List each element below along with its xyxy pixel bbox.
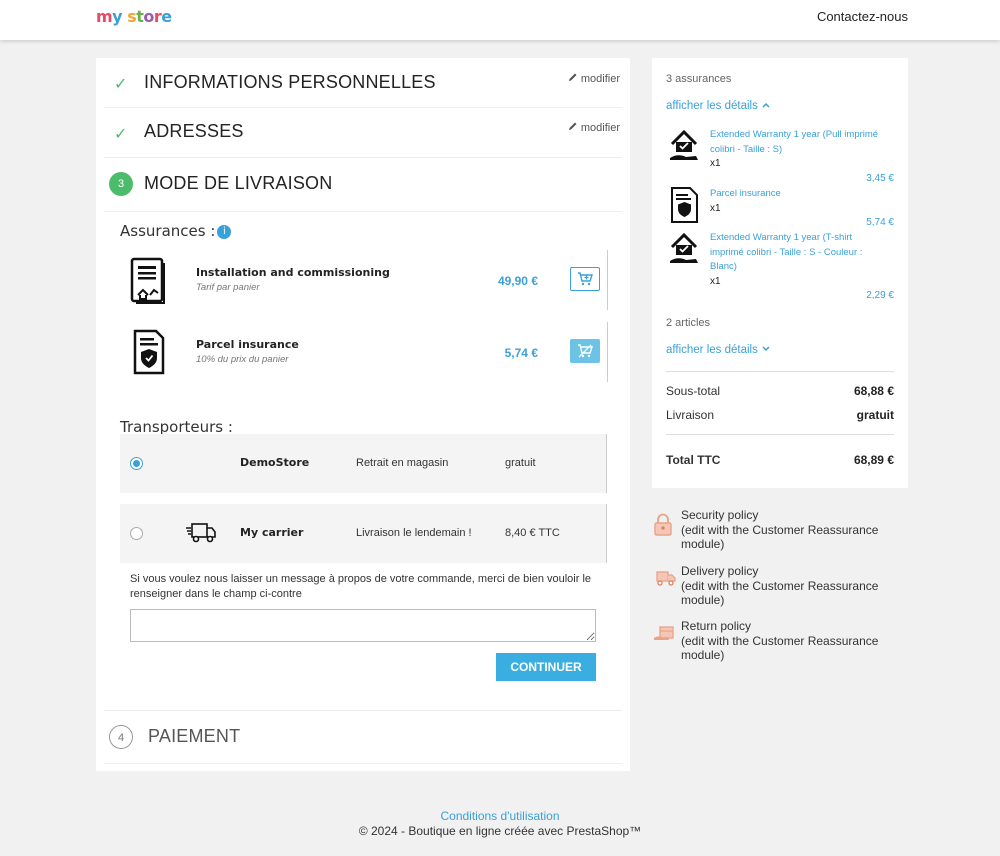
- insurance-price: 49,90 €: [497, 274, 538, 288]
- step-payment: 4 PAIEMENT: [104, 710, 622, 764]
- step-number-badge: 3: [109, 172, 133, 196]
- show-details-link[interactable]: afficher les détails: [666, 344, 771, 356]
- reassurance-body: (edit with the Customer Reassurance modu…: [681, 522, 879, 552]
- summary-insurance-name[interactable]: Extended Warranty 1 year (Pull imprimé c…: [710, 128, 885, 157]
- reassurance-security: Security policy (edit with the Customer …: [652, 508, 892, 552]
- insurance-name: Parcel insurance: [196, 338, 299, 351]
- truck-icon: [186, 523, 216, 543]
- summary-insurance-price: 3,45 €: [866, 173, 894, 184]
- carrier-radio[interactable]: [130, 527, 143, 540]
- carrier-radio[interactable]: [130, 457, 143, 470]
- summary-insurance-qty: x1: [710, 276, 721, 287]
- delivery-truck-icon: [656, 571, 676, 586]
- chevron-up-icon: [762, 102, 770, 108]
- summary-insurance-name[interactable]: Parcel insurance: [710, 187, 885, 202]
- insurance-name: Installation and commissioning: [196, 266, 390, 279]
- total-value: 68,89 €: [853, 453, 894, 467]
- carrier-price: gratuit: [505, 457, 536, 469]
- lock-icon: [654, 513, 672, 536]
- summary-insurance-price: 2,29 €: [866, 290, 894, 301]
- certificate-house-icon: [130, 257, 165, 304]
- site-header: my store Contactez-nous: [0, 0, 1000, 40]
- carrier-name: My carrier: [240, 526, 304, 539]
- shield-document-icon: [133, 329, 165, 375]
- reassurance-delivery: Delivery policy (edit with the Customer …: [652, 564, 892, 608]
- copyright-text: © 2024 - Boutique en ligne créée avec Pr…: [358, 824, 642, 838]
- step-title: PAIEMENT: [148, 726, 241, 746]
- insurance-count: 3 assurances: [666, 73, 732, 85]
- shield-document-icon: [671, 187, 698, 223]
- message-label: Si vous voulez nous laisser un message à…: [130, 573, 592, 600]
- show-details-link[interactable]: afficher les détails: [666, 100, 771, 112]
- carrier-option[interactable]: My carrier Livraison le lendemain ! 8,40…: [120, 504, 607, 563]
- carrier-price: 8,40 € TTC: [505, 527, 560, 539]
- cart-add-icon: [578, 272, 593, 286]
- shipping-value: gratuit: [856, 408, 894, 422]
- divider: [666, 434, 894, 435]
- insurance-subtitle: 10% du prix du panier: [196, 354, 289, 365]
- house-hand-icon: [670, 129, 698, 160]
- step-title: ADRESSES: [144, 121, 244, 141]
- check-icon: ✓: [114, 126, 128, 143]
- reassurance-body: (edit with the Customer Reassurance modu…: [681, 578, 879, 608]
- continue-button[interactable]: CONTINUER: [496, 653, 596, 681]
- subtotal-value: 68,88 €: [853, 384, 894, 398]
- summary-insurance-qty: x1: [710, 158, 721, 169]
- carrier-delay: Livraison le lendemain !: [356, 527, 472, 539]
- order-message-field[interactable]: [130, 609, 596, 642]
- cart-remove-icon: [578, 344, 593, 358]
- check-icon: ✓: [114, 76, 128, 93]
- reassurance-return: Return policy (edit with the Customer Re…: [652, 619, 892, 663]
- edit-link[interactable]: modifier: [568, 121, 620, 134]
- insurance-option: Installation and commissioning Tarif par…: [120, 250, 608, 312]
- checkout-steps: ✓ INFORMATIONS PERSONNELLES modifier ✓ A…: [96, 58, 630, 771]
- info-icon[interactable]: i: [217, 224, 232, 239]
- step-title: MODE DE LIVRAISON: [144, 173, 333, 193]
- step-number-badge: 4: [109, 725, 133, 749]
- edit-link[interactable]: modifier: [568, 72, 620, 85]
- step-addresses[interactable]: ✓ ADRESSES modifier: [104, 108, 622, 158]
- summary-insurance-name[interactable]: Extended Warranty 1 year (T-shirt imprim…: [710, 231, 885, 275]
- step-personal-info[interactable]: ✓ INFORMATIONS PERSONNELLES modifier: [104, 58, 622, 108]
- chevron-down-icon: [762, 346, 770, 352]
- pencil-icon: [568, 73, 577, 81]
- divider: [666, 371, 894, 372]
- subtotal-label: Sous-total: [666, 384, 721, 398]
- store-logo[interactable]: my store: [96, 7, 172, 26]
- step-title: INFORMATIONS PERSONNELLES: [144, 72, 436, 92]
- house-hand-icon: [670, 232, 698, 263]
- shipping-label: Livraison: [666, 408, 715, 422]
- cart-summary: 3 assurances afficher les détails Extend…: [652, 58, 908, 488]
- summary-insurance-qty: x1: [710, 203, 721, 214]
- add-to-cart-button[interactable]: [570, 267, 600, 291]
- carrier-delay: Retrait en magasin: [356, 457, 449, 469]
- insurance-heading: Assurances :i: [120, 222, 232, 240]
- carrier-option[interactable]: DemoStore Retrait en magasin gratuit: [120, 434, 607, 493]
- reassurance-body: (edit with the Customer Reassurance modu…: [681, 633, 879, 663]
- total-label: Total TTC: [666, 453, 721, 467]
- pencil-icon: [568, 122, 577, 130]
- summary-insurance-price: 5,74 €: [866, 217, 894, 228]
- step-shipping-method: 3 MODE DE LIVRAISON: [104, 158, 622, 212]
- insurance-option: Parcel insurance 10% du prix du panier 5…: [120, 322, 608, 384]
- contact-link[interactable]: Contactez-nous: [817, 9, 908, 24]
- remove-from-cart-button[interactable]: [570, 339, 600, 363]
- return-box-icon: [654, 626, 674, 640]
- reassurance-title: Return policy: [681, 619, 752, 633]
- insurance-subtitle: Tarif par panier: [196, 282, 260, 293]
- article-count: 2 articles: [666, 317, 711, 329]
- terms-link[interactable]: Conditions d'utilisation: [0, 809, 1000, 823]
- reassurance-title: Security policy: [681, 508, 759, 522]
- carrier-name: DemoStore: [240, 456, 310, 469]
- reassurance-title: Delivery policy: [681, 564, 759, 578]
- insurance-price: 5,74 €: [504, 346, 538, 360]
